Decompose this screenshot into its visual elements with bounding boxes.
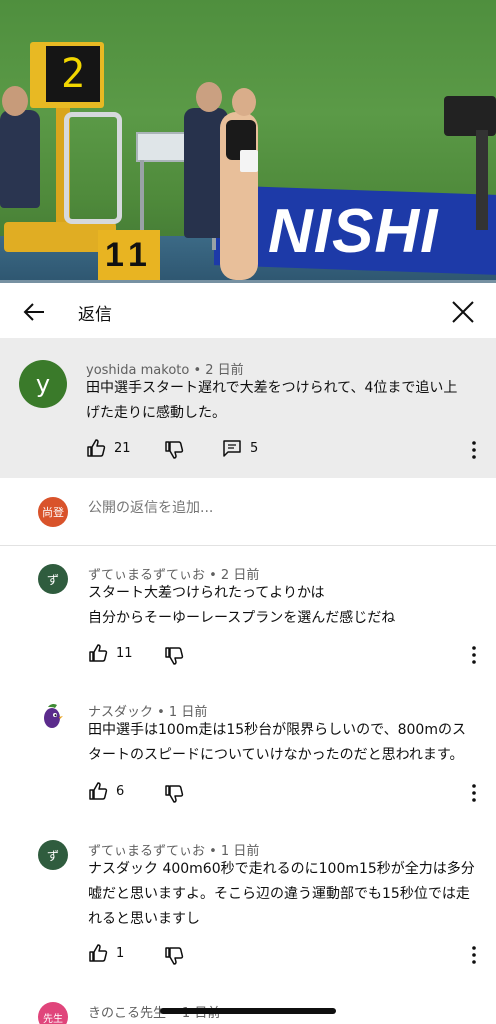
avatar[interactable]: ず xyxy=(38,840,68,870)
reply-comment: ず ずてぃまるずてぃお • 1 日前 ナスダック 400m60秒で走れるのに10… xyxy=(0,818,496,986)
more-vert-icon[interactable] xyxy=(469,944,479,966)
dislike-button[interactable] xyxy=(164,646,184,666)
athlete-head xyxy=(232,88,256,116)
like-count: 1 xyxy=(116,945,125,961)
reply-comment: 先生 きのこる先生 • 1 日前 xyxy=(0,986,496,1024)
thumbs-down-icon xyxy=(165,947,184,965)
close-icon[interactable] xyxy=(448,297,478,327)
avatar[interactable]: ず xyxy=(38,564,68,594)
like-button[interactable]: 1 xyxy=(88,943,124,963)
parent-comment: y yoshida makoto • 2 日前 田中選手スタート遅れで大差をつけ… xyxy=(0,338,496,478)
comment-line: 嘘だと思いますよ。そこら辺の違う運動部でも15秒位では走 xyxy=(88,886,470,902)
comment-line: 自分からそーゆーレースプランを選んだ感じだね xyxy=(88,610,396,626)
thumbs-down-icon xyxy=(165,785,184,803)
tv-camera-rig xyxy=(476,130,488,230)
metal-frame xyxy=(64,112,122,224)
comment-text: 田中選手は100m走は15秒台が限界らしいので、800mのス タートのスピードに… xyxy=(88,718,484,768)
home-indicator[interactable] xyxy=(160,1008,336,1014)
comment-text: 田中選手スタート遅れで大差をつけられて、4位まで追い上 げた走りに感動した。 xyxy=(86,376,482,426)
replies-button[interactable]: 5 xyxy=(222,438,258,458)
like-count: 6 xyxy=(116,783,125,799)
user-avatar[interactable]: 尚登 xyxy=(38,497,68,527)
reply-count: 5 xyxy=(250,440,259,456)
dislike-button[interactable] xyxy=(164,784,184,804)
comment-line: タートのスピードについていけなかったのだと思われます。 xyxy=(88,747,464,763)
like-button[interactable]: 21 xyxy=(86,438,131,458)
comment-line: げた走りに感動した。 xyxy=(86,405,226,421)
sponsor-banner-text: NISHI xyxy=(268,197,439,266)
comment-line: ナスダック 400m60秒で走れるのに100m15秒が全力は多分 xyxy=(88,861,475,877)
reply-comment: ナスダック • 1 日前 田中選手は100m走は15秒台が限界らしいので、800… xyxy=(0,678,496,818)
thumbs-up-icon xyxy=(89,644,108,662)
comment-line: 田中選手スタート遅れで大差をつけられて、4位まで追い上 xyxy=(86,380,458,396)
dislike-button[interactable] xyxy=(164,440,184,460)
comment-line: スタート大差つけられたってよりかは xyxy=(88,585,325,601)
add-reply-row: 尚登 xyxy=(0,478,496,546)
lane-sign: 11 xyxy=(98,230,160,280)
comment-line: 田中選手は100m走は15秒台が限界らしいので、800mのス xyxy=(88,722,466,738)
thumbs-up-icon xyxy=(89,944,108,962)
comment-line: れると思いますし xyxy=(88,911,200,927)
reply-input[interactable] xyxy=(88,500,468,516)
thumbs-down-icon xyxy=(165,647,184,665)
reply-comment: ず ずてぃまるずてぃお • 2 日前 スタート大差つけられたってよりかは 自分か… xyxy=(0,547,496,677)
more-vert-icon[interactable] xyxy=(469,644,479,666)
like-count: 21 xyxy=(114,440,131,456)
like-button[interactable]: 6 xyxy=(88,781,124,801)
official-head xyxy=(2,86,28,116)
thumbs-up-icon xyxy=(87,439,106,457)
dislike-button[interactable] xyxy=(164,946,184,966)
eggplant-icon[interactable] xyxy=(38,700,68,730)
video-player[interactable]: NISHI 2 11 xyxy=(0,0,496,283)
thumbs-up-icon xyxy=(89,782,108,800)
back-arrow-icon[interactable] xyxy=(20,298,48,326)
comment-text: スタート大差つけられたってよりかは 自分からそーゆーレースプランを選んだ感じだね xyxy=(88,581,484,631)
official-head xyxy=(196,82,222,112)
official-figure xyxy=(0,110,40,208)
thumbs-down-icon xyxy=(165,441,184,459)
more-vert-icon[interactable] xyxy=(469,782,479,804)
more-vert-icon[interactable] xyxy=(469,439,479,461)
comment-icon xyxy=(223,440,241,457)
athlete-bib xyxy=(240,150,258,172)
tv-camera xyxy=(444,96,496,136)
replies-title: 返信 xyxy=(78,305,112,325)
replies-header: 返信 xyxy=(0,283,496,338)
like-count: 11 xyxy=(116,645,133,661)
avatar[interactable]: 先生 xyxy=(38,1002,68,1024)
comment-text: ナスダック 400m60秒で走れるのに100m15秒が全力は多分 嘘だと思います… xyxy=(88,857,484,932)
lap-counter-number: 2 xyxy=(46,46,100,102)
like-button[interactable]: 11 xyxy=(88,643,133,663)
avatar[interactable]: y xyxy=(19,360,67,408)
